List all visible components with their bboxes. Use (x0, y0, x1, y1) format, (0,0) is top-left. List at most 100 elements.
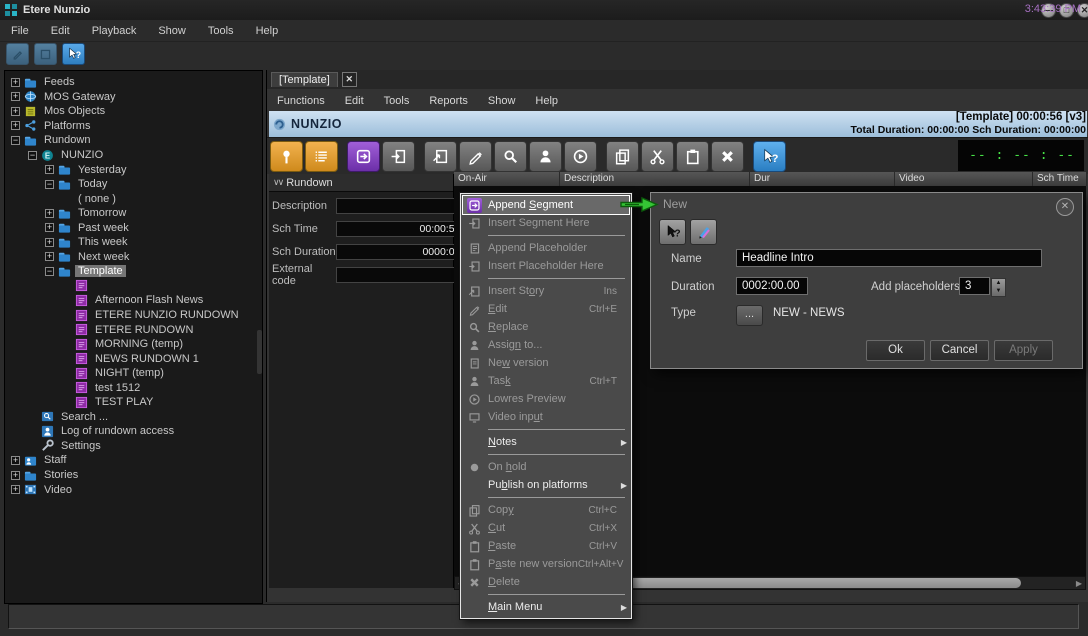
menu-item-main-menu[interactable]: Main Menu▶ (463, 598, 629, 616)
tree-item-night-temp[interactable]: NIGHT (temp) (5, 366, 262, 381)
column-header-video[interactable]: Video (895, 172, 1033, 186)
collapse-chevron-icon[interactable]: ∨∨ (273, 177, 282, 188)
tree-item-stories[interactable]: +Stories (5, 468, 262, 483)
menu-item-insert-segment-here[interactable]: Insert Segment Here (463, 214, 629, 232)
tree-item-news-rundown-1[interactable]: NEWS RUNDOWN 1 (5, 351, 262, 366)
tab-close-icon[interactable]: ✕ (342, 72, 357, 87)
ok-button[interactable]: Ok (866, 340, 925, 361)
app-menu-tools[interactable]: Tools (197, 25, 245, 37)
tree-expander[interactable]: + (45, 238, 54, 247)
placeholders-spinner[interactable]: ▲ ▼ (991, 278, 1006, 297)
menu-item-cut[interactable]: CutCtrl+X (463, 519, 629, 537)
menu-item-insert-placeholder-here[interactable]: Insert Placeholder Here (463, 257, 629, 275)
column-header-description[interactable]: Description (560, 172, 750, 186)
tree-item-etere-nunzio-rundown[interactable]: ETERE NUNZIO RUNDOWN (5, 308, 262, 323)
app-menu-edit[interactable]: Edit (40, 25, 81, 37)
tree-expander[interactable]: + (45, 252, 54, 261)
placeholders-input[interactable] (959, 277, 990, 295)
tree-item-none[interactable]: ( none ) (5, 191, 262, 206)
menu-item-copy[interactable]: CopyCtrl+C (463, 501, 629, 519)
context-help-button[interactable]: ? (62, 43, 85, 65)
duration-input[interactable] (736, 277, 808, 295)
template-menu-show[interactable]: Show (478, 95, 526, 107)
toolbar-pin-button[interactable] (270, 141, 303, 172)
tree-item-blank[interactable] (5, 279, 262, 294)
menu-item-lowres-preview[interactable]: Lowres Preview (463, 390, 629, 408)
menu-item-video-input[interactable]: Video input (463, 408, 629, 426)
tree-expander[interactable]: − (45, 180, 54, 189)
dialog-pen-button[interactable] (690, 219, 717, 245)
tree-item-tomorrow[interactable]: +Tomorrow (5, 206, 262, 221)
toolbar-cut-button[interactable] (641, 141, 674, 172)
toolbar-search-button[interactable] (494, 141, 527, 172)
tree-item-test-1512[interactable]: test 1512 (5, 380, 262, 395)
menu-item-append-segment[interactable]: Append Segment (463, 196, 629, 214)
column-header-dur[interactable]: Dur (750, 172, 895, 186)
tree-item-log-of-rundown-access[interactable]: Log of rundown access (5, 424, 262, 439)
tree-item-nunzio[interactable]: −ENUNZIO (5, 148, 262, 163)
tree-expander[interactable]: + (11, 107, 20, 116)
tree-expander[interactable]: − (11, 136, 20, 145)
template-menu-edit[interactable]: Edit (335, 95, 374, 107)
tree-expander[interactable]: + (45, 209, 54, 218)
menu-item-insert-story[interactable]: Insert StoryIns (463, 282, 629, 300)
menu-item-replace[interactable]: Replace (463, 318, 629, 336)
tree-expander[interactable]: + (11, 121, 20, 130)
menu-item-paste-new-version[interactable]: Paste new versionCtrl+Alt+V (463, 555, 629, 573)
tree-item-etere-rundown[interactable]: ETERE RUNDOWN (5, 322, 262, 337)
toolbar-paste-button[interactable] (676, 141, 709, 172)
tree-expander[interactable]: − (45, 267, 54, 276)
menu-item-delete[interactable]: Delete (463, 573, 629, 591)
tree-item-platforms[interactable]: +Platforms (5, 119, 262, 134)
toolbar-insert-story-button[interactable] (424, 141, 457, 172)
tree-item-yesterday[interactable]: +Yesterday (5, 162, 262, 177)
tree-item-feeds[interactable]: +Feeds (5, 75, 262, 90)
tree-expander[interactable]: + (11, 456, 20, 465)
tree-item-this-week[interactable]: +This week (5, 235, 262, 250)
template-menu-reports[interactable]: Reports (419, 95, 478, 107)
cancel-button[interactable]: Cancel (930, 340, 989, 361)
menu-item-publish-on-platforms[interactable]: Publish on platforms▶ (463, 476, 629, 494)
tree-item-rundown[interactable]: −Rundown (5, 133, 262, 148)
tree-item-mos-gateway[interactable]: +MOS Gateway (5, 90, 262, 105)
tree-item-settings[interactable]: Settings (5, 439, 262, 454)
tree-expander[interactable]: + (11, 485, 20, 494)
properties-header[interactable]: ∨∨ Rundown (269, 174, 453, 192)
quick-edit-button[interactable] (6, 43, 29, 65)
column-header-on-air[interactable]: On-Air (454, 172, 560, 186)
toolbar-insert-segment-button[interactable] (382, 141, 415, 172)
tree-item-next-week[interactable]: +Next week (5, 250, 262, 265)
template-menu-tools[interactable]: Tools (374, 95, 420, 107)
scroll-right-icon[interactable]: ▶ (1073, 579, 1085, 588)
spin-up-icon[interactable]: ▲ (992, 279, 1005, 287)
apply-button[interactable]: Apply (994, 340, 1053, 361)
template-menu-help[interactable]: Help (525, 95, 568, 107)
menu-item-assign-to[interactable]: Assign to... (463, 336, 629, 354)
dialog-close-button[interactable]: ✕ (1056, 198, 1074, 216)
tree-item-afternoon-flash-news[interactable]: Afternoon Flash News (5, 293, 262, 308)
tree-item-past-week[interactable]: +Past week (5, 220, 262, 235)
tree-expander[interactable]: + (11, 92, 20, 101)
app-menu-help[interactable]: Help (245, 25, 290, 37)
app-menu-show[interactable]: Show (147, 25, 197, 37)
menu-item-task[interactable]: TaskCtrl+T (463, 372, 629, 390)
tree-expander[interactable]: − (28, 151, 37, 160)
spin-down-icon[interactable]: ▼ (992, 287, 1005, 295)
menu-item-edit[interactable]: EditCtrl+E (463, 300, 629, 318)
column-header-sch-time[interactable]: Sch Time (1033, 172, 1087, 186)
tree-expander[interactable]: + (11, 471, 20, 480)
tree-item-mos-objects[interactable]: +Mos Objects (5, 104, 262, 119)
toolbar-list-button[interactable] (305, 141, 338, 172)
tree-expander[interactable]: + (45, 165, 54, 174)
toolbar-help-cursor-button[interactable]: ? (753, 141, 786, 172)
tree-item-template[interactable]: −Template (5, 264, 262, 279)
tree-item-search[interactable]: Search ... (5, 410, 262, 425)
toolbar-append-segment-button[interactable] (347, 141, 380, 172)
tree-item-video[interactable]: +Video (5, 482, 262, 497)
tree-scrollbar-thumb[interactable] (257, 330, 262, 374)
quick-save-button[interactable] (34, 43, 57, 65)
toolbar-copy-button[interactable] (606, 141, 639, 172)
scrollbar-thumb[interactable] (603, 578, 1021, 588)
tree-item-morning-temp[interactable]: MORNING (temp) (5, 337, 262, 352)
tab-template[interactable]: [Template] (271, 72, 338, 87)
